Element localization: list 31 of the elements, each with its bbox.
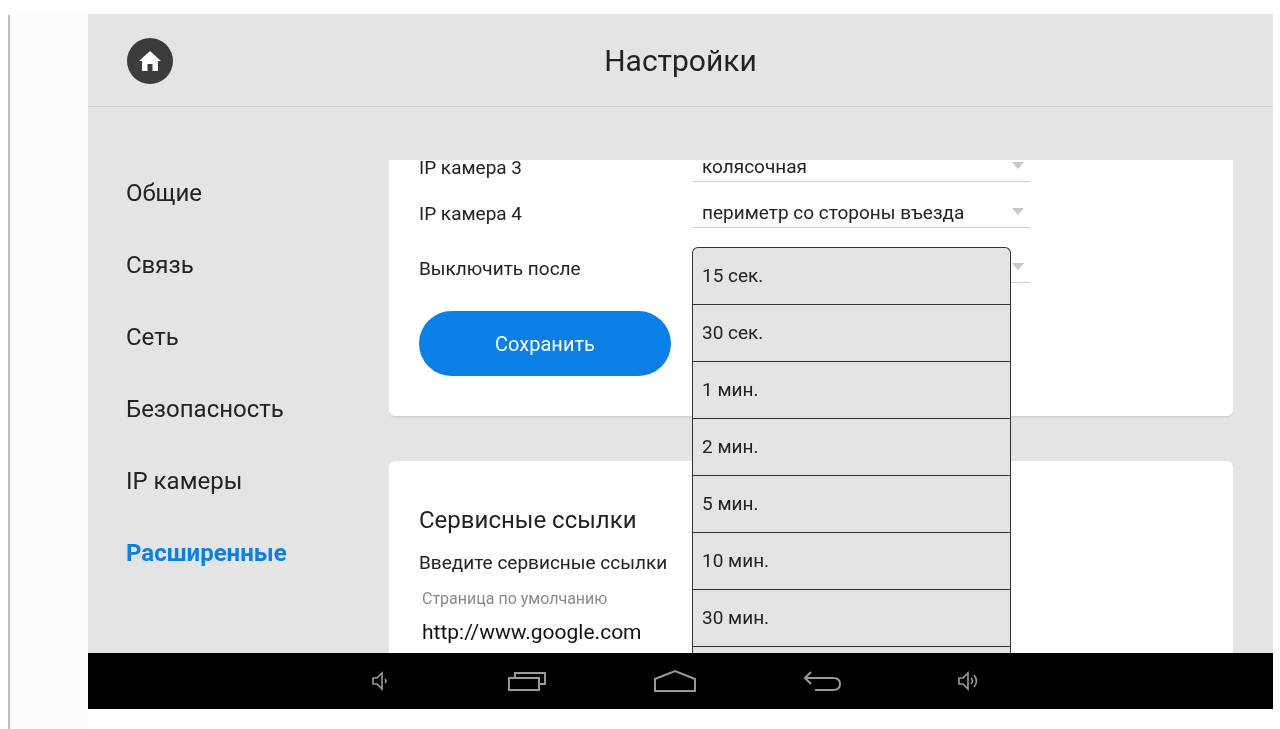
dropdown-option[interactable]: 1 мин. [693, 362, 1010, 419]
sidebar-item[interactable]: IP камеры [126, 467, 243, 496]
home-icon[interactable] [653, 669, 697, 693]
dropdown-option[interactable]: 5 мин. [693, 476, 1010, 533]
section-hint: Введите сервисные ссылки [419, 551, 668, 575]
sidebar-item[interactable]: Общие [126, 179, 203, 208]
dropdown-option[interactable]: 30 сек. [693, 305, 1010, 362]
back-icon[interactable] [803, 669, 843, 693]
setting-label: IP камера 3 [419, 160, 524, 181]
recent-apps-icon[interactable] [507, 670, 547, 692]
caret-icon [1012, 208, 1024, 216]
sidebar-item[interactable]: Безопасность [126, 395, 284, 424]
caret-icon [1012, 162, 1024, 170]
section-title: Сервисные ссылки [419, 505, 637, 535]
sidebar-item[interactable]: Связь [126, 251, 194, 280]
save-button[interactable]: Сохранить [419, 311, 671, 376]
dropdown-select[interactable]: колясочная [692, 160, 1030, 182]
sidebar-item[interactable]: Сеть [126, 323, 179, 352]
caret-icon [1012, 263, 1024, 271]
dropdown-option[interactable]: 10 мин. [693, 533, 1010, 590]
dropdown-option[interactable]: 2 мин. [693, 419, 1010, 476]
home-button[interactable] [127, 38, 173, 84]
screen-title: Настройки [604, 41, 757, 80]
url-field[interactable]: http://www.google.com [422, 619, 682, 645]
dropdown-option[interactable]: 15 сек. [693, 248, 1010, 305]
dropdown-option[interactable]: 30 мин. [693, 590, 1010, 647]
setting-label: Выключить после [419, 257, 582, 282]
home-icon [138, 50, 162, 72]
dropdown-select[interactable]: периметр со стороны въезда [692, 202, 1030, 228]
setting-label: IP камера 4 [419, 202, 524, 227]
field-label: Страница по умолчанию [422, 589, 608, 609]
